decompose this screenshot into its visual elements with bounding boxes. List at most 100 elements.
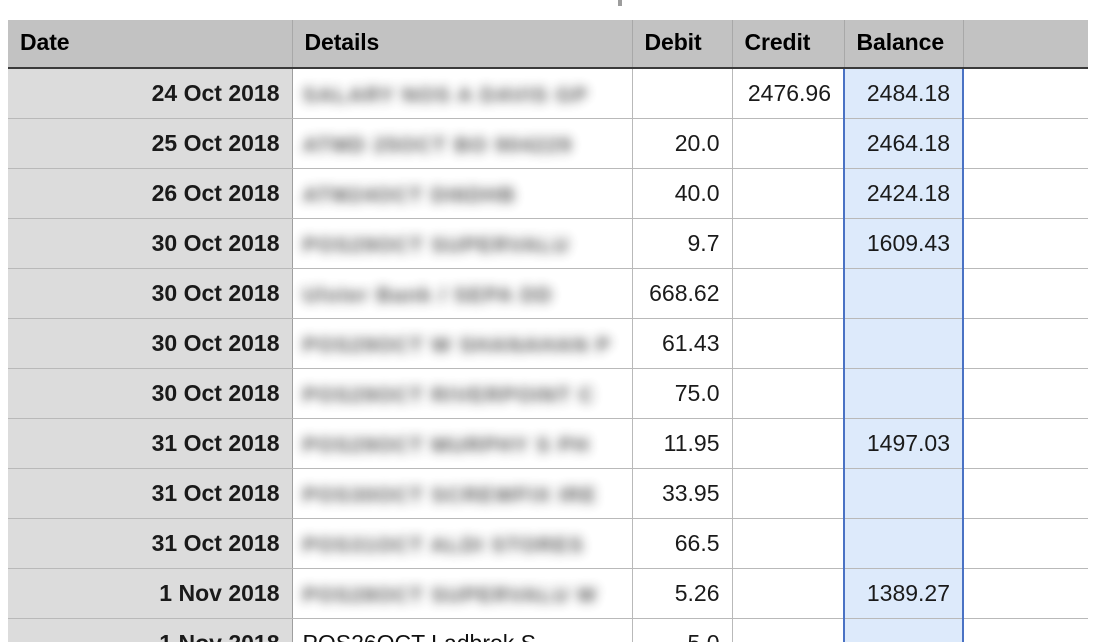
cell-credit <box>732 468 845 519</box>
cell-date: 25 Oct 2018 <box>8 118 293 169</box>
screenshot-viewport: Date Details Debit Credit Balance 24 Oct… <box>0 0 1106 642</box>
cell-balance[interactable]: 2424.18 <box>843 168 964 219</box>
column-header-date[interactable]: Date <box>8 20 293 69</box>
bank-statement-table: Date Details Debit Credit Balance 24 Oct… <box>8 20 1088 642</box>
cell-credit <box>732 618 845 642</box>
cell-details: POS29OCT W SHANAHAN P <box>292 318 633 369</box>
cell-extra <box>963 368 1088 419</box>
cell-date: 30 Oct 2018 <box>8 368 293 419</box>
table-row[interactable]: 30 Oct 2018 Ulster Bank / SEPA DD 668.62 <box>8 268 1088 319</box>
redacted-details-text: POS29OCT MURPHY S PH <box>302 433 590 457</box>
cell-date: 1 Nov 2018 <box>8 618 293 642</box>
cell-balance[interactable] <box>843 618 964 642</box>
cell-balance[interactable]: 2484.18 <box>843 67 964 119</box>
cell-credit <box>732 268 845 319</box>
table-row[interactable]: 31 Oct 2018 POS30OCT SCREWFIX IRE 33.95 <box>8 468 1088 519</box>
cell-extra <box>963 418 1088 469</box>
cell-details: POS30OCT SCREWFIX IRE <box>292 468 633 519</box>
cell-credit <box>732 318 845 369</box>
cell-credit <box>732 368 845 419</box>
cell-debit: 5.26 <box>632 568 733 619</box>
table-row[interactable]: 1 Nov 2018 POS26OCT Ladbrok S 5.0 <box>8 618 1088 642</box>
redacted-details-text: POS29OCT SUPERVALU <box>302 233 570 257</box>
cell-balance[interactable] <box>843 368 964 419</box>
column-header-credit[interactable]: Credit <box>732 20 845 69</box>
redacted-details-text: SALARY NOS A DAVIS GP <box>302 83 589 107</box>
cell-extra <box>963 68 1088 119</box>
cell-date: 30 Oct 2018 <box>8 218 293 269</box>
column-header-details[interactable]: Details <box>292 20 633 69</box>
cell-extra <box>963 318 1088 369</box>
table-row[interactable]: 24 Oct 2018 SALARY NOS A DAVIS GP 2476.96 2… <box>8 67 1088 119</box>
table-header: Date Details Debit Credit Balance <box>8 20 1088 69</box>
table-row[interactable]: 26 Oct 2018 ATM24OCT DI6DHB 40.0 2424.18 <box>8 168 1088 219</box>
table-row[interactable]: 30 Oct 2018 POS29OCT RIVERPOINT C 75.0 <box>8 368 1088 419</box>
cell-credit <box>732 418 845 469</box>
cell-details: POS29OCT SUPERVALU <box>292 218 633 269</box>
table-row[interactable]: 30 Oct 2018 POS29OCT W SHANAHAN P 61.43 <box>8 318 1088 369</box>
cell-date: 24 Oct 2018 <box>8 68 293 119</box>
cell-details: ATM24OCT DI6DHB <box>292 168 633 219</box>
cell-balance[interactable]: 1497.03 <box>843 418 964 469</box>
redacted-details-text: POS29OCT W SHANAHAN P <box>302 333 612 357</box>
cell-balance[interactable]: 2464.18 <box>843 118 964 169</box>
redacted-details-text: POS31OCT ALDI STORES <box>302 533 585 557</box>
cell-details: ATMD 25OCT BO 904229 <box>292 118 633 169</box>
table-row[interactable]: 25 Oct 2018 ATMD 25OCT BO 904229 20.0 2464.… <box>8 118 1088 169</box>
cell-extra <box>963 118 1088 169</box>
cell-credit <box>732 168 845 219</box>
cell-extra <box>963 568 1088 619</box>
clipped-text-artifact <box>618 0 622 6</box>
cell-details: SALARY NOS A DAVIS GP <box>292 68 633 119</box>
cell-debit: 40.0 <box>632 168 733 219</box>
table-row[interactable]: 31 Oct 2018 POS29OCT MURPHY S PH 11.95 1497… <box>8 418 1088 469</box>
cell-credit <box>732 218 845 269</box>
cell-extra <box>963 468 1088 519</box>
cell-debit: 75.0 <box>632 368 733 419</box>
cell-debit: 20.0 <box>632 118 733 169</box>
column-header-debit[interactable]: Debit <box>632 20 733 69</box>
cell-balance[interactable]: 1389.27 <box>843 568 964 619</box>
cell-details: Ulster Bank / SEPA DD <box>292 268 633 319</box>
cell-debit: 11.95 <box>632 418 733 469</box>
cell-debit <box>632 68 733 119</box>
cell-details: POS29OCT RIVERPOINT C <box>292 368 633 419</box>
cell-credit: 2476.96 <box>732 68 845 119</box>
table-row[interactable]: 30 Oct 2018 POS29OCT SUPERVALU 9.7 1609.43 <box>8 218 1088 269</box>
cell-extra <box>963 518 1088 569</box>
redacted-details-text: ATMD 25OCT BO 904229 <box>302 133 573 157</box>
redacted-details-text: ATM24OCT DI6DHB <box>302 183 517 207</box>
cell-debit: 9.7 <box>632 218 733 269</box>
cell-extra <box>963 268 1088 319</box>
cell-date: 1 Nov 2018 <box>8 568 293 619</box>
cell-balance[interactable] <box>843 468 964 519</box>
cell-date: 31 Oct 2018 <box>8 418 293 469</box>
cell-debit: 5.0 <box>632 618 733 642</box>
cell-balance[interactable] <box>843 318 964 369</box>
table-row[interactable]: 1 Nov 2018 POS28OCT SUPERVALU W 5.26 1389.2… <box>8 568 1088 619</box>
redacted-details-text: Ulster Bank / SEPA DD <box>302 283 553 307</box>
cell-date: 31 Oct 2018 <box>8 468 293 519</box>
cell-debit: 61.43 <box>632 318 733 369</box>
column-header-extra[interactable] <box>963 20 1088 69</box>
cell-date: 30 Oct 2018 <box>8 268 293 319</box>
cell-debit: 668.62 <box>632 268 733 319</box>
cell-balance[interactable] <box>843 268 964 319</box>
cell-credit <box>732 568 845 619</box>
cell-debit: 33.95 <box>632 468 733 519</box>
redacted-details-text: POS30OCT SCREWFIX IRE <box>302 483 598 507</box>
column-header-balance[interactable]: Balance <box>844 20 964 69</box>
cell-extra <box>963 618 1088 642</box>
cell-balance[interactable]: 1609.43 <box>843 218 964 269</box>
redacted-details-text: POS28OCT SUPERVALU W <box>302 583 598 607</box>
cell-extra <box>963 168 1088 219</box>
table-row[interactable]: 31 Oct 2018 POS31OCT ALDI STORES 66.5 <box>8 518 1088 569</box>
table-header-row: Date Details Debit Credit Balance <box>8 20 1088 69</box>
cell-debit: 66.5 <box>632 518 733 569</box>
cell-credit <box>732 118 845 169</box>
cell-details: POS31OCT ALDI STORES <box>292 518 633 569</box>
redacted-details-text: POS29OCT RIVERPOINT C <box>302 383 595 407</box>
cell-balance[interactable] <box>843 518 964 569</box>
cell-date: 26 Oct 2018 <box>8 168 293 219</box>
table-body: 24 Oct 2018 SALARY NOS A DAVIS GP 2476.96 2… <box>8 67 1088 642</box>
